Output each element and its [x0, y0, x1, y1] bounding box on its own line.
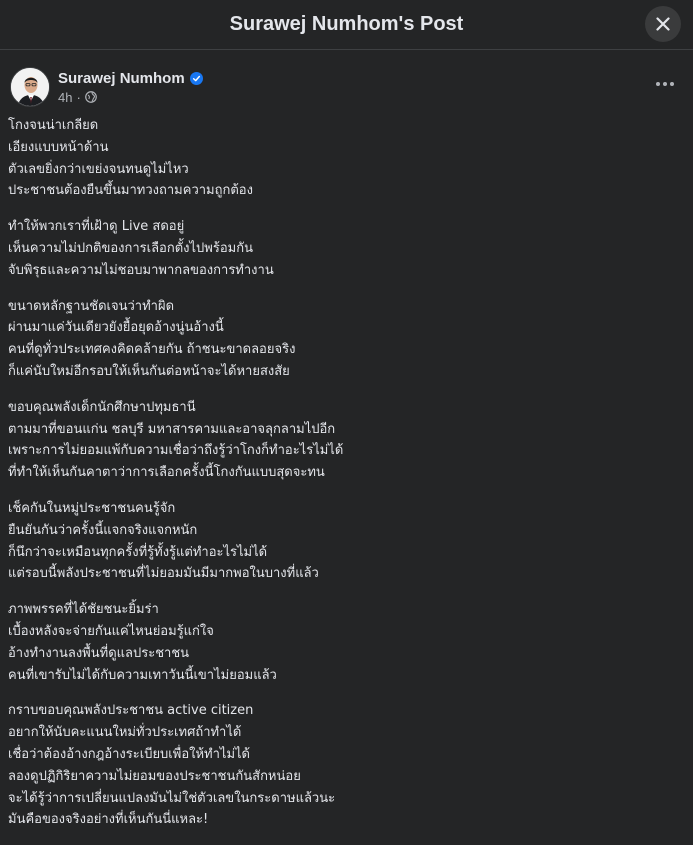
post-text-line: ก็นึกว่าจะเหมือนทุกครั้งที่รู้ทั้งรู้แต่…: [8, 544, 268, 560]
author-row: Surawej Numhom: [58, 70, 203, 87]
post-text-line: อ้างทำงานลงพื้นที่ดูแลประชาชน: [8, 645, 190, 661]
post-paragraph: ขนาดหลักฐานชัดเจนว่าทำผิดผ่านมาแค่วันเดี…: [8, 296, 678, 383]
post-paragraph: โกงจนน่าเกลียดเอียงแบบหน้าด้านตัวเลขยิ่ง…: [8, 115, 678, 202]
post-text-line: เห็นความไม่ปกติของการเลือกตั้งไปพร้อมกัน: [8, 240, 253, 256]
post-text-line: เบื้องหลังจะจ่ายกันแค่ไหนย่อมรู้แก่ใจ: [8, 623, 214, 639]
author-name[interactable]: Surawej Numhom: [58, 70, 185, 87]
post-text-line: ตัวเลขยิ่งกว่าเขย่งจนทนดูไม่ไหว: [8, 161, 189, 177]
more-options-button[interactable]: [651, 74, 679, 94]
post-paragraph: กราบขอบคุณพลังประชาชน active citizen อยาก…: [8, 700, 678, 831]
post-text-line: ประชาชนต้องยืนขึ้นมาทวงถามความถูกต้อง: [8, 183, 253, 199]
post-text-line: ตามมาที่ขอนแก่น ชลบุรี มหาสารคามและอาจลุ…: [8, 421, 336, 437]
dialog-title: Surawej Numhom's Post: [229, 13, 464, 35]
post-time[interactable]: 4h: [58, 90, 72, 105]
dialog-header: Surawej Numhom's Post: [0, 0, 693, 50]
post-meta: Surawej Numhom 4h ·: [58, 70, 203, 105]
close-button[interactable]: [645, 6, 681, 42]
globe-icon: [84, 91, 97, 103]
post-text-line: คนที่ดูทั่วประเทศคงคิดคล้ายกัน ถ้าชนะขาด…: [8, 342, 296, 358]
post-text-line: มันคือของจริงอย่างที่เห็นกันนี่แหละ!: [8, 812, 209, 828]
post-text-line: ขนาดหลักฐานชัดเจนว่าทำผิด: [8, 298, 175, 314]
post-text-line: ลองดูปฏิกิริยาความไม่ยอมของประชาชนกันสัก…: [8, 768, 301, 784]
timestamp-row: 4h ·: [58, 90, 203, 105]
post-text-line: ก็แค่นับใหม่อีกรอบให้เห็นกันต่อหน้าจะได้…: [8, 363, 290, 379]
post-text-line: เอียงแบบหน้าด้าน: [8, 139, 109, 155]
post-text-line: ทำให้พวกเราที่เฝ้าดู Live สดอยู่: [8, 219, 185, 235]
post-text-line: เชื่อว่าต้องอ้างกฎอ้างระเบียบเพื่อให้ทำไ…: [8, 746, 251, 762]
post-text-line: ขอบคุณพลังเด็กนักศึกษาปทุมธานี: [8, 399, 196, 415]
post-text-line: จะได้รู้ว่าการเปลี่ยนแปลงมันไม่ใช่ตัวเลข…: [8, 790, 336, 806]
post-text-line: จับพิรุธและความไม่ชอบมาพากลของการทำงาน: [8, 262, 274, 278]
close-icon: [656, 17, 670, 31]
post-text-line: ภาพพรรคที่ได้ชัยชนะยิ้มร่า: [8, 602, 159, 618]
post-paragraph: ภาพพรรคที่ได้ชัยชนะยิ้มร่าเบื้องหลังจะจ่…: [8, 599, 678, 686]
post-text-line: โกงจนน่าเกลียด: [8, 118, 99, 133]
post-text-line: ยืนยันกันว่าครั้งนี้แจกจริงแจกหนัก: [8, 522, 198, 538]
post-text-line: อยากให้นับคะแนนใหม่ทั่วประเทศถ้าทำได้: [8, 725, 242, 741]
post-text-line: ผ่านมาแค่วันเดียวยังยื้อยุดอ้างนู่นอ้างน…: [8, 320, 224, 336]
avatar[interactable]: [10, 67, 50, 107]
post-text-line: แต่รอบนี้พลังประชาชนที่ไม่ยอมมันมีมากพอใ…: [8, 566, 319, 582]
post-paragraph: ทำให้พวกเราที่เฝ้าดู Live สดอยู่เห็นความ…: [8, 216, 678, 281]
separator-dot: ·: [76, 89, 81, 105]
post-text-line: เช็คกันในหมู่ประชาชนคนรู้จัก: [8, 500, 176, 516]
post-header: Surawej Numhom 4h ·: [10, 66, 203, 108]
post-text-line: ที่ทำให้เห็นกันคาตาว่าการเลือกครั้งนี้โก…: [8, 465, 325, 481]
verified-badge-icon: [189, 71, 203, 85]
post-text-line: เพราะการไม่ยอมแพ้กับความเชื่อว่าถึงรู้ว่…: [8, 443, 344, 459]
post-paragraph: เช็คกันในหมู่ประชาชนคนรู้จักยืนยันกันว่า…: [8, 498, 678, 585]
post-paragraph: ขอบคุณพลังเด็กนักศึกษาปทุมธานีตามมาที่ขอ…: [8, 397, 678, 484]
post-text-line: กราบขอบคุณพลังประชาชน active citizen: [8, 703, 254, 719]
post-text-line: คนที่เขารับไม่ได้กับความเทาวันนี้เขาไม่ย…: [8, 667, 277, 683]
avatar-image: [11, 68, 49, 106]
post-text: โกงจนน่าเกลียดเอียงแบบหน้าด้านตัวเลขยิ่ง…: [8, 115, 678, 845]
more-icon: [656, 82, 674, 86]
